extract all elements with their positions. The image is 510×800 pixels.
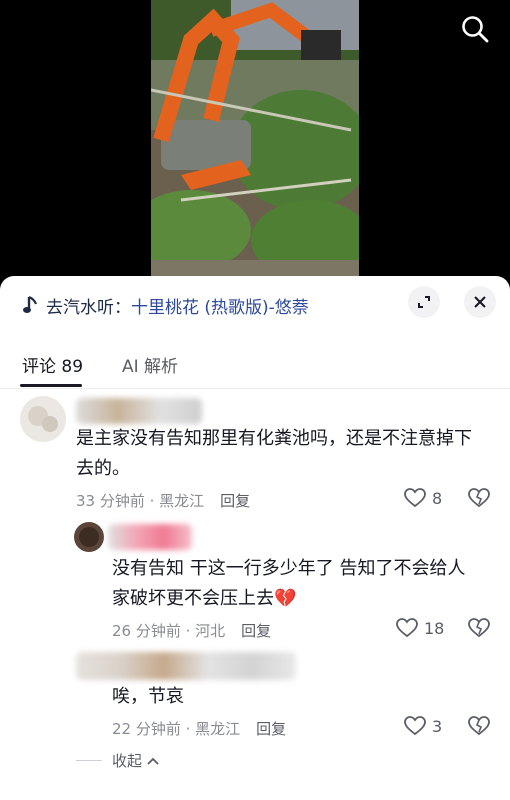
comment-text-line: 家破坏更不会压上去💔 xyxy=(112,584,492,614)
broken-heart-emoji: 💔 xyxy=(274,588,297,609)
avatar[interactable] xyxy=(20,396,66,442)
like-button[interactable]: 18 xyxy=(396,618,444,638)
comment-reply-item: 没有告知 干这一行多少年了 告知了不会给人 家破坏更不会压上去💔 26 分钟前 … xyxy=(0,516,510,646)
tab-ai-analysis[interactable]: AI 解析 xyxy=(122,352,178,377)
music-song-title[interactable]: 十里桃花 (热歌版)-悠萘 xyxy=(131,293,309,318)
dislike-button[interactable] xyxy=(468,488,490,512)
dislike-button[interactable] xyxy=(468,716,490,740)
comment-text: 没有告知 干这一行多少年了 告知了不会给人 家破坏更不会压上去💔 xyxy=(112,554,492,614)
comment-text-line: 是主家没有告知那里有化粪池吗，还是不注意掉下 xyxy=(76,428,472,449)
collapse-label: 收起 xyxy=(112,752,143,770)
tab-bar: 评论 89 AI 解析 xyxy=(0,348,510,389)
comment-text-line: 唉，节哀 xyxy=(112,686,184,707)
search-button[interactable] xyxy=(460,14,490,44)
video-player[interactable] xyxy=(0,0,510,290)
comment-text: 唉，节哀 xyxy=(112,682,492,712)
chevron-up-icon xyxy=(147,757,159,765)
like-count: 3 xyxy=(432,716,443,736)
tab-comments[interactable]: 评论 89 xyxy=(22,352,83,377)
comment-meta: 26 分钟前 · 河北 回复 xyxy=(112,620,271,641)
like-count: 8 xyxy=(432,488,443,508)
comment-time-location: 22 分钟前 · 黑龙江 xyxy=(112,720,241,738)
comment-meta: 22 分钟前 · 黑龙江 回复 xyxy=(112,718,286,739)
divider-line xyxy=(76,760,102,761)
comment-time-location: 33 分钟前 · 黑龙江 xyxy=(76,492,205,510)
expand-icon xyxy=(418,296,430,308)
comment-text-fragment: 家破坏更不会压上去 xyxy=(112,588,274,609)
search-icon xyxy=(462,16,489,43)
broken-heart-icon xyxy=(468,618,490,638)
music-prefix: 去汽水听： xyxy=(46,297,131,318)
broken-heart-icon xyxy=(468,488,490,508)
comment-text-line: 没有告知 干这一行多少年了 告知了不会给人 xyxy=(112,558,466,579)
heart-icon xyxy=(404,488,426,508)
music-note-icon xyxy=(23,295,38,313)
comment-time-location: 26 分钟前 · 河北 xyxy=(112,622,226,640)
heart-icon xyxy=(396,618,418,638)
like-button[interactable]: 8 xyxy=(404,488,442,508)
username-blurred[interactable] xyxy=(76,398,202,424)
heart-icon xyxy=(404,716,426,736)
close-icon xyxy=(474,296,486,308)
reply-button[interactable]: 回复 xyxy=(220,490,250,511)
collapse-replies-button[interactable]: 收起 xyxy=(76,750,160,771)
dislike-button[interactable] xyxy=(468,618,490,642)
username-blurred[interactable] xyxy=(76,652,296,680)
comments-sheet: 去汽水听： 十里桃花 (热歌版)-悠萘 评论 89 AI 解析 是主家没有告知那… xyxy=(0,276,510,800)
like-count: 18 xyxy=(424,618,445,638)
close-button[interactable] xyxy=(464,286,496,318)
expand-button[interactable] xyxy=(408,286,440,318)
like-button[interactable]: 3 xyxy=(404,716,442,736)
username-blurred[interactable] xyxy=(108,524,192,550)
video-scene-image xyxy=(151,0,359,278)
comment-text: 是主家没有告知那里有化粪池吗，还是不注意掉下 去的。 xyxy=(76,424,496,484)
music-link[interactable]: 去汽水听： 十里桃花 (热歌版)-悠萘 xyxy=(22,292,309,318)
avatar-image xyxy=(28,406,58,432)
avatar-image xyxy=(79,527,99,547)
comment-reply-item: 唉，节哀 22 分钟前 · 黑龙江 回复 3 xyxy=(0,646,510,746)
reply-button[interactable]: 回复 xyxy=(241,620,271,641)
video-thumbnail[interactable] xyxy=(151,0,359,278)
comment-text-line: 去的。 xyxy=(76,458,130,479)
avatar[interactable] xyxy=(74,522,104,552)
comment-meta: 33 分钟前 · 黑龙江 回复 xyxy=(76,490,250,511)
broken-heart-icon xyxy=(468,716,490,736)
active-tab-indicator xyxy=(20,384,82,387)
reply-button[interactable]: 回复 xyxy=(256,718,286,739)
comment-item: 是主家没有告知那里有化粪池吗，还是不注意掉下 去的。 33 分钟前 · 黑龙江 … xyxy=(0,392,510,514)
